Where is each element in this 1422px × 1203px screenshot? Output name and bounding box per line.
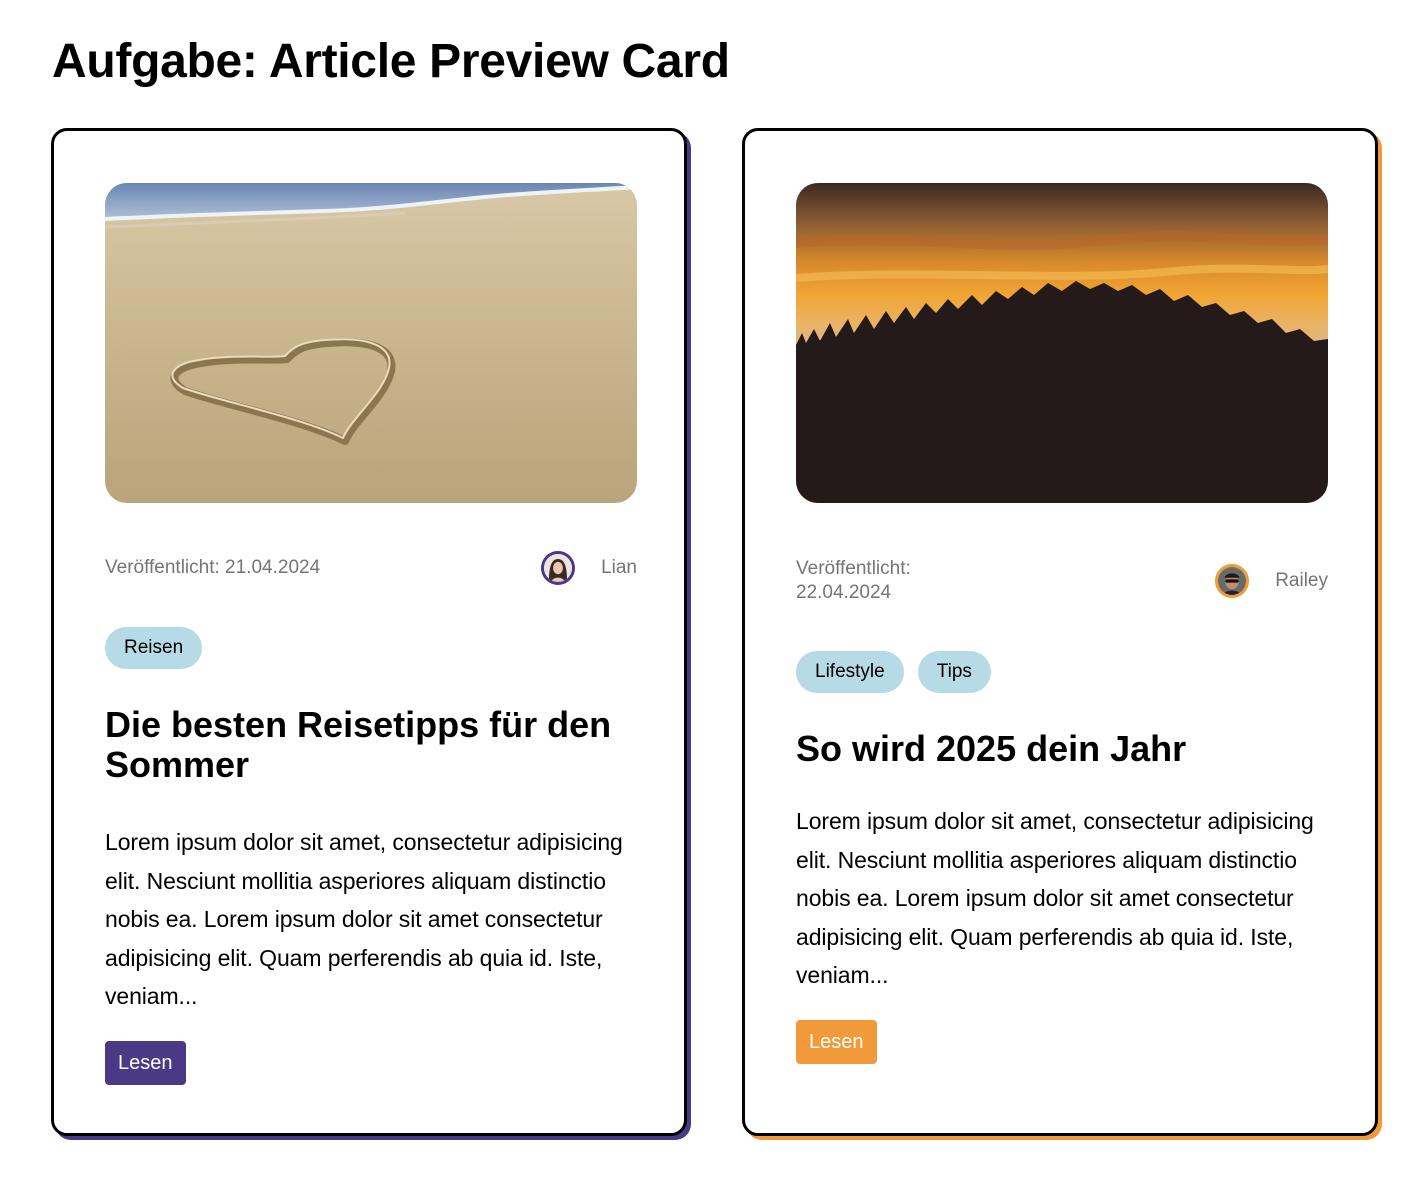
author-name: Lian bbox=[601, 557, 637, 578]
avatar bbox=[541, 551, 576, 585]
tag[interactable]: Lifestyle bbox=[796, 651, 904, 693]
author-avatar-icon bbox=[544, 554, 573, 582]
article-image bbox=[105, 183, 637, 503]
article-excerpt: Lorem ipsum dolor sit amet, consectetur … bbox=[105, 829, 623, 1010]
article-meta: Veröffentlicht: 21.04.2024 Lian bbox=[105, 551, 637, 585]
article-title: Die besten Reisetipps für den Sommer bbox=[105, 704, 612, 785]
read-button[interactable]: Lesen bbox=[796, 1020, 877, 1064]
author-info: Railey bbox=[1215, 564, 1328, 598]
article-title: So wird 2025 dein Jahr bbox=[796, 728, 1187, 769]
published-date: Veröffentlicht: 22.04.2024 bbox=[796, 558, 911, 603]
author-name: Railey bbox=[1275, 570, 1328, 591]
author-avatar-icon bbox=[1218, 567, 1247, 595]
tag[interactable]: Reisen bbox=[105, 627, 203, 669]
beach-heart-photo bbox=[105, 183, 637, 503]
published-date: Veröffentlicht: 21.04.2024 bbox=[105, 557, 321, 578]
tag-list: Reisen bbox=[105, 627, 203, 669]
article-excerpt: Lorem ipsum dolor sit amet, consectetur … bbox=[796, 808, 1314, 989]
article-card-2: Veröffentlicht: 22.04.2024 Railey Lifest… bbox=[742, 128, 1378, 1136]
tag-list: Lifestyle Tips bbox=[796, 651, 991, 693]
tag[interactable]: Tips bbox=[917, 651, 991, 693]
read-button[interactable]: Lesen bbox=[105, 1041, 186, 1085]
article-card-1: Veröffentlicht: 21.04.2024 Lian Reisen D… bbox=[51, 128, 687, 1136]
avatar bbox=[1215, 564, 1250, 598]
author-info: Lian bbox=[541, 551, 637, 585]
article-image bbox=[796, 183, 1328, 503]
article-meta: Veröffentlicht: 22.04.2024 Railey bbox=[796, 557, 1328, 605]
page-title: Aufgabe: Article Preview Card bbox=[52, 35, 730, 88]
sunset-hill-photo bbox=[796, 183, 1328, 503]
